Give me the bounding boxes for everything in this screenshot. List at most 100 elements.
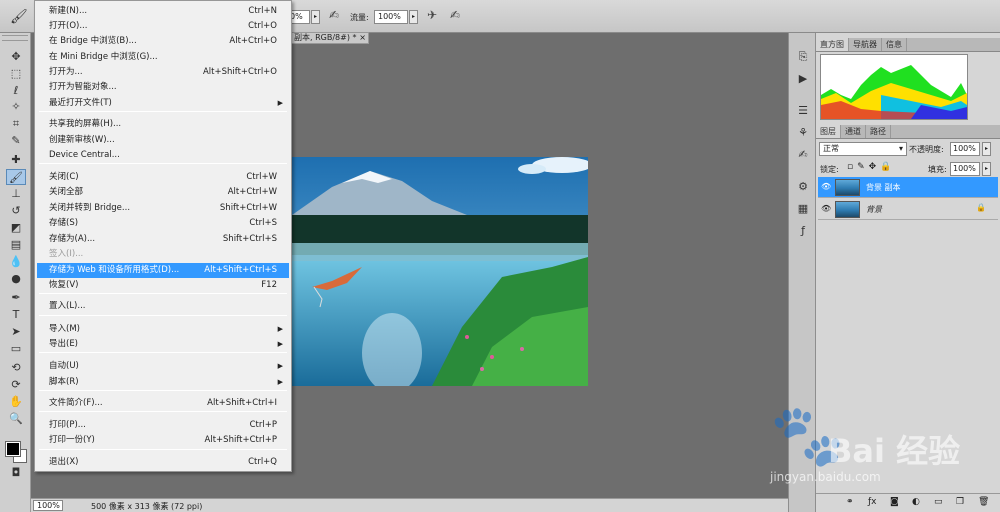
link-layers-icon[interactable]: ⚭: [846, 497, 854, 507]
menu-item[interactable]: Device Central...: [37, 148, 289, 163]
menu-item[interactable]: 自动(U) ▶: [37, 359, 289, 374]
layer-row[interactable]: 👁 背景 🔒: [818, 199, 998, 220]
eyedropper-tool-icon[interactable]: ✎: [6, 133, 26, 149]
menu-item[interactable]: 存储为 Web 和设备所用格式(D)... Alt+Shift+Ctrl+S: [37, 263, 289, 278]
document-tab[interactable]: 副本, RGB/8#) * ×: [291, 32, 369, 44]
close-tab-icon[interactable]: ×: [359, 33, 366, 43]
pressure-opacity-icon[interactable]: ✍: [326, 8, 342, 24]
menu-item[interactable]: 签入(I)...: [37, 247, 289, 262]
menu-item[interactable]: 恢复(V) F12: [37, 278, 289, 293]
history-panel-icon[interactable]: ⎘: [795, 49, 811, 65]
adjustments-panel-icon[interactable]: ☰: [795, 103, 811, 119]
marquee-tool-icon[interactable]: ⬚: [6, 66, 26, 82]
lock-options-icon[interactable]: ▫✎✥🔒: [847, 162, 895, 172]
pen-tool-icon[interactable]: ✒: [6, 290, 26, 306]
opacity-dropdown-arrow[interactable]: ▸: [311, 10, 320, 24]
zoom-level-field[interactable]: 100%: [33, 500, 63, 511]
layer-opacity-arrow[interactable]: ▸: [982, 142, 991, 156]
path-selection-tool-icon[interactable]: ➤: [6, 324, 26, 340]
3d-panel-icon[interactable]: ⚙: [795, 179, 811, 195]
brush-panel-icon[interactable]: ✍: [795, 147, 811, 163]
eraser-tool-icon[interactable]: ◩: [6, 220, 26, 236]
tab-channels[interactable]: 通道: [841, 125, 866, 138]
layer-fill-field[interactable]: 100%: [950, 162, 980, 176]
tab-navigator[interactable]: 导航器: [849, 38, 882, 51]
menu-item-shortcut: Alt+Ctrl+O: [229, 36, 277, 46]
new-layer-icon[interactable]: ❐: [956, 497, 964, 507]
blend-mode-select[interactable]: 正常 ▾: [819, 142, 907, 156]
menu-item[interactable]: 退出(X) Ctrl+Q: [37, 455, 289, 470]
image-canvas[interactable]: [292, 157, 588, 386]
tab-paths[interactable]: 路径: [866, 125, 891, 138]
menu-item[interactable]: 打开(O)... Ctrl+O: [37, 19, 289, 34]
zoom-tool-icon[interactable]: 🔍: [6, 411, 26, 427]
dodge-tool-icon[interactable]: ●: [6, 271, 26, 287]
layer-mask-icon[interactable]: ◙: [890, 497, 899, 507]
menu-item[interactable]: 置入(L)...: [37, 299, 289, 314]
menu-item[interactable]: 新建(N)... Ctrl+N: [37, 4, 289, 19]
styles-panel-icon[interactable]: ƒ: [795, 223, 811, 239]
file-menu: 新建(N)... Ctrl+N 打开(O)... Ctrl+O 在 Bridge 中浏览…: [34, 0, 292, 472]
move-tool-icon[interactable]: ✥: [6, 49, 26, 65]
menu-item[interactable]: 打印(P)... Ctrl+P: [37, 418, 289, 433]
menu-item[interactable]: 打开为智能对象...: [37, 80, 289, 95]
brush-tool-icon[interactable]: 🖌: [6, 169, 26, 185]
pressure-size-icon[interactable]: ✍: [447, 8, 463, 24]
layer-fill-arrow[interactable]: ▸: [982, 162, 991, 176]
toolbox-grip[interactable]: [2, 35, 28, 41]
clone-stamp-tool-icon[interactable]: ⊥: [6, 186, 26, 202]
blur-tool-icon[interactable]: 💧: [6, 254, 26, 270]
history-brush-tool-icon[interactable]: ↺: [6, 203, 26, 219]
menu-item[interactable]: 导出(E) ▶: [37, 337, 289, 352]
menu-item[interactable]: 关闭(C) Ctrl+W: [37, 170, 289, 185]
menu-item[interactable]: 最近打开文件(T) ▶: [37, 96, 289, 111]
menu-item[interactable]: 在 Mini Bridge 中浏览(G)...: [37, 50, 289, 65]
foreground-color-swatch[interactable]: [5, 441, 21, 457]
hand-tool-icon[interactable]: ✋: [6, 394, 26, 410]
menu-item[interactable]: 文件简介(F)... Alt+Shift+Ctrl+I: [37, 396, 289, 411]
flow-field[interactable]: 100%: [374, 10, 408, 24]
tab-histogram[interactable]: 直方图: [816, 38, 849, 51]
gradient-tool-icon[interactable]: ▤: [6, 237, 26, 253]
layer-style-icon[interactable]: ƒx: [868, 497, 877, 507]
menu-item[interactable]: 打印一份(Y) Alt+Shift+Ctrl+P: [37, 433, 289, 448]
eye-icon[interactable]: 👁: [821, 182, 831, 192]
menu-item-shortcut: Alt+Shift+Ctrl+S: [204, 265, 277, 275]
brush-preset-icon[interactable]: 🖌: [10, 9, 28, 25]
menu-item[interactable]: 存储(S) Ctrl+S: [37, 216, 289, 231]
menu-item[interactable]: 打开为... Alt+Shift+Ctrl+O: [37, 65, 289, 80]
blend-mode-value: 正常: [823, 144, 839, 153]
crop-tool-icon[interactable]: ⌗: [6, 116, 26, 132]
3d-rotate-tool-icon[interactable]: ⟲: [6, 360, 26, 376]
eye-icon[interactable]: 👁: [821, 204, 831, 214]
menu-item[interactable]: 共享我的屏幕(H)...: [37, 117, 289, 132]
menu-item[interactable]: 导入(M) ▶: [37, 322, 289, 337]
type-tool-icon[interactable]: T: [6, 307, 26, 323]
swatches-panel-icon[interactable]: ▦: [795, 201, 811, 217]
quick-mask-icon[interactable]: ◘: [6, 465, 26, 481]
menu-item[interactable]: 存储为(A)... Shift+Ctrl+S: [37, 232, 289, 247]
layer-opacity-field[interactable]: 100%: [950, 142, 980, 156]
healing-brush-tool-icon[interactable]: ✚: [6, 152, 26, 168]
menu-item[interactable]: 脚本(R) ▶: [37, 375, 289, 390]
menu-item[interactable]: 创建新审核(W)...: [37, 133, 289, 148]
layer-row-selected[interactable]: 👁 背景 副本: [818, 177, 998, 198]
airbrush-icon[interactable]: ✈: [424, 8, 440, 24]
menu-item[interactable]: 关闭并转到 Bridge... Shift+Ctrl+W: [37, 201, 289, 216]
menu-item-label: 关闭(C): [49, 172, 79, 182]
clone-source-panel-icon[interactable]: ⚘: [795, 125, 811, 141]
shape-tool-icon[interactable]: ▭: [6, 341, 26, 357]
tab-info[interactable]: 信息: [882, 38, 907, 51]
quick-select-tool-icon[interactable]: ✧: [6, 99, 26, 115]
menu-item[interactable]: 关闭全部 Alt+Ctrl+W: [37, 185, 289, 200]
3d-orbit-tool-icon[interactable]: ⟳: [6, 377, 26, 393]
new-group-icon[interactable]: ▭: [934, 497, 943, 507]
delete-layer-icon[interactable]: 🗑: [978, 497, 989, 507]
actions-panel-icon[interactable]: ▶: [795, 71, 811, 87]
tab-layers[interactable]: 图层: [816, 125, 841, 138]
menu-item[interactable]: 在 Bridge 中浏览(B)... Alt+Ctrl+O: [37, 34, 289, 49]
adjustment-layer-icon[interactable]: ◐: [912, 497, 920, 507]
menu-item-label: 打开(O)...: [49, 21, 88, 31]
lasso-tool-icon[interactable]: ℓ: [6, 83, 26, 99]
flow-dropdown-arrow[interactable]: ▸: [409, 10, 418, 24]
